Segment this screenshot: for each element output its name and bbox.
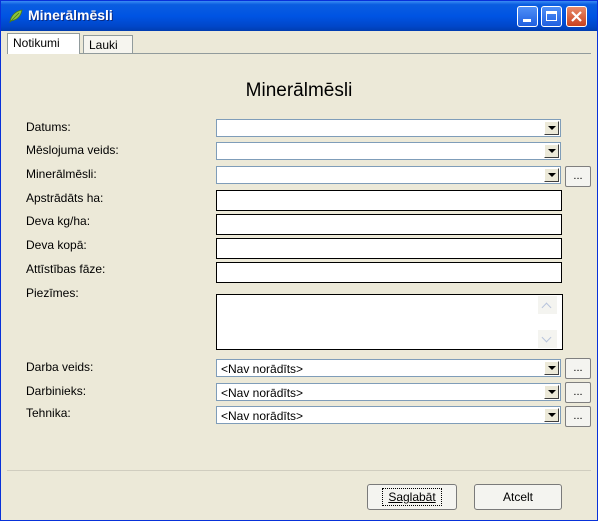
chevron-down-icon[interactable] bbox=[544, 408, 559, 422]
tehnika-combo[interactable]: <Nav norādīts> bbox=[216, 406, 561, 424]
cancel-button[interactable]: Atcelt bbox=[474, 484, 562, 510]
save-button[interactable]: Saglabāt bbox=[367, 484, 457, 510]
close-button[interactable] bbox=[566, 6, 587, 27]
maximize-button[interactable] bbox=[541, 6, 562, 27]
darba-veids-label: Darba veids: bbox=[26, 360, 94, 374]
tehnika-value: <Nav norādīts> bbox=[221, 409, 304, 423]
tehnika-browse-button[interactable]: ... bbox=[565, 406, 591, 427]
maximize-icon bbox=[546, 11, 557, 21]
apstradats-ha-field[interactable] bbox=[216, 190, 562, 211]
darbinieks-label: Darbinieks: bbox=[26, 384, 87, 398]
mineralmesli-combo[interactable] bbox=[216, 166, 561, 184]
darbinieks-browse-button[interactable]: ... bbox=[565, 382, 591, 403]
chevron-down-icon[interactable] bbox=[544, 121, 559, 135]
minimize-icon bbox=[523, 19, 531, 22]
minimize-button[interactable] bbox=[517, 6, 538, 27]
piezimes-memo[interactable] bbox=[216, 294, 563, 350]
deva-kopa-label: Deva kopā: bbox=[26, 238, 87, 252]
divider bbox=[7, 470, 591, 471]
chevron-down-icon[interactable] bbox=[544, 168, 559, 182]
deva-kopa-field[interactable] bbox=[216, 238, 562, 259]
darba-veids-browse-button[interactable]: ... bbox=[565, 358, 591, 379]
darba-veids-value: <Nav norādīts> bbox=[221, 362, 304, 376]
datums-label: Datums: bbox=[26, 120, 71, 134]
window-title: Minerālmēsli bbox=[28, 7, 113, 23]
deva-kg-ha-field[interactable] bbox=[216, 214, 562, 235]
darbinieks-value: <Nav norādīts> bbox=[221, 386, 304, 400]
meslojuma-veids-label: Mēslojuma veids: bbox=[26, 143, 119, 157]
chevron-down-icon[interactable] bbox=[544, 385, 559, 399]
datums-combo[interactable] bbox=[216, 119, 561, 137]
tehnika-label: Tehnika: bbox=[26, 406, 71, 420]
title-bar[interactable]: Minerālmēsli bbox=[1, 1, 597, 31]
apstradats-ha-label: Apstrādāts ha: bbox=[26, 191, 104, 205]
tab-panel: Minerālmēsli Datums: Mēslojuma veids: Mi… bbox=[7, 53, 591, 464]
chevron-down-icon[interactable] bbox=[544, 144, 559, 158]
form-title: Minerālmēsli bbox=[245, 80, 353, 101]
window: Minerālmēsli Notikumi Lauki Minerālmēsli… bbox=[0, 0, 598, 521]
leaf-app-icon bbox=[9, 9, 23, 24]
darbinieks-combo[interactable]: <Nav norādīts> bbox=[216, 383, 561, 401]
mineralmesli-label: Minerālmēsli: bbox=[26, 167, 97, 181]
piezimes-label: Piezīmes: bbox=[26, 286, 79, 300]
deva-kg-ha-label: Deva kg/ha: bbox=[26, 214, 91, 228]
chevron-down-icon[interactable] bbox=[544, 361, 559, 375]
darba-veids-combo[interactable]: <Nav norādīts> bbox=[216, 359, 561, 377]
attistibas-faze-label: Attīstības fāze: bbox=[26, 262, 106, 276]
meslojuma-veids-combo[interactable] bbox=[216, 142, 561, 160]
tab-lauki[interactable]: Lauki bbox=[83, 35, 133, 53]
tab-notikumi[interactable]: Notikumi bbox=[7, 33, 80, 54]
scroll-down-icon[interactable] bbox=[538, 330, 557, 348]
mineralmesli-browse-button[interactable]: ... bbox=[565, 166, 591, 187]
scroll-up-icon[interactable] bbox=[538, 296, 557, 314]
attistibas-faze-field[interactable] bbox=[216, 262, 562, 283]
close-icon bbox=[571, 11, 582, 22]
save-button-label: Saglabāt bbox=[382, 488, 442, 506]
